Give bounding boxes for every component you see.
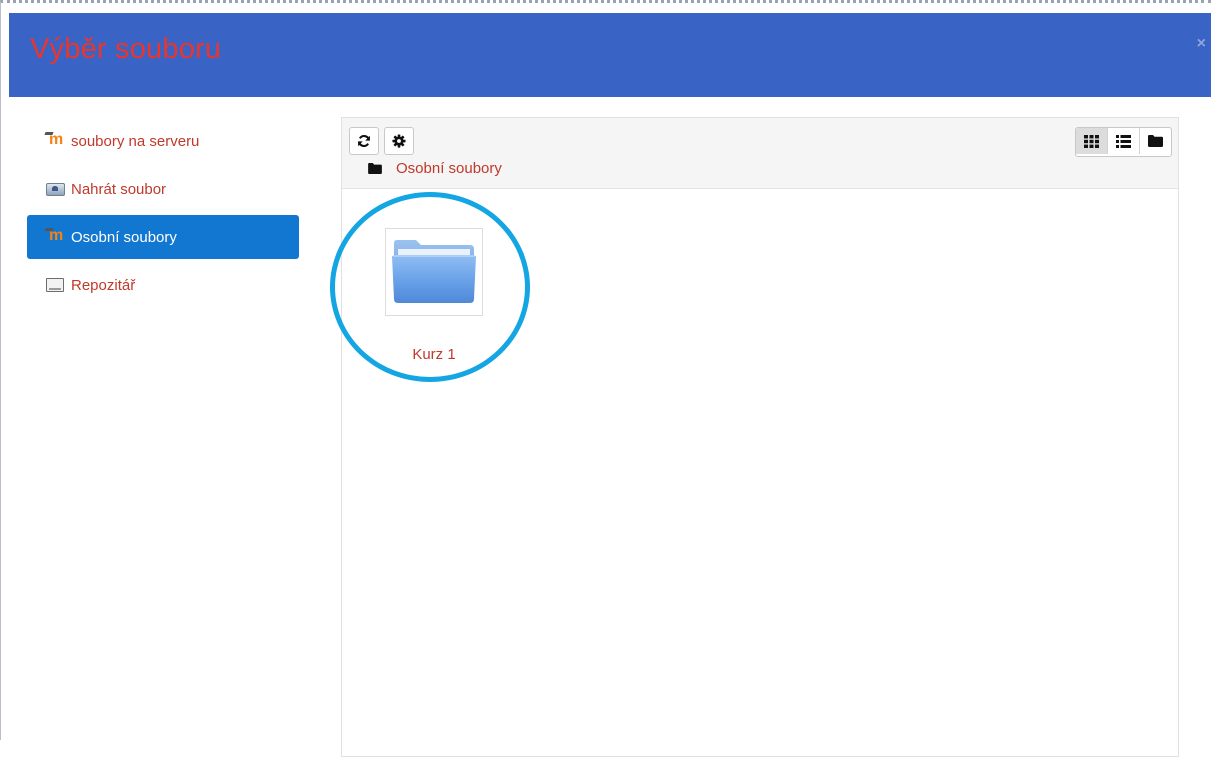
breadcrumb: Osobní soubory: [368, 160, 502, 177]
folder-icon: [368, 163, 382, 174]
sidebar-item-label: soubory na serveru: [71, 132, 200, 150]
file-browser-panel: Osobní soubory Kurz 1: [341, 117, 1179, 757]
settings-button[interactable]: [384, 127, 414, 155]
view-list-button[interactable]: [1108, 128, 1140, 154]
folder-icon: [392, 240, 476, 303]
dialog-title: Výběr souboru: [30, 33, 222, 65]
folder-icon: [1148, 135, 1163, 147]
file-browser-toolbar: Osobní soubory: [342, 118, 1178, 189]
grid-icon: [1084, 134, 1099, 148]
folder-label: Kurz 1: [412, 346, 456, 363]
gear-icon: [392, 134, 406, 148]
repository-sidebar: m soubory na serveru Nahrát soubor m Oso…: [27, 119, 299, 311]
view-tree-button[interactable]: [1140, 128, 1171, 154]
sidebar-item-label: Nahrát soubor: [71, 180, 167, 198]
refresh-button[interactable]: [349, 127, 379, 155]
folder-thumbnail: [385, 228, 483, 316]
moodle-icon: m: [44, 132, 65, 148]
sidebar-item-upload-file[interactable]: Nahrát soubor: [27, 167, 299, 211]
sidebar-item-repository[interactable]: Repozitář: [27, 263, 299, 307]
sidebar-item-private-files[interactable]: m Osobní soubory: [27, 215, 299, 259]
close-icon[interactable]: ×: [1197, 35, 1206, 53]
sidebar-item-server-files[interactable]: m soubory na serveru: [27, 119, 299, 163]
list-icon: [1116, 134, 1131, 148]
file-picker-dialog: Výběr souboru × m soubory na serveru Nah…: [0, 0, 1211, 757]
breadcrumb-item-private-files[interactable]: Osobní soubory: [396, 160, 502, 177]
upload-icon: [45, 182, 65, 196]
repository-icon: [45, 278, 65, 292]
dialog-header: Výběr souboru ×: [9, 13, 1211, 97]
view-icons-button[interactable]: [1076, 128, 1108, 154]
sidebar-item-label: Osobní soubory: [71, 228, 177, 246]
view-mode-switcher: [1075, 127, 1172, 157]
refresh-icon: [358, 134, 370, 148]
sidebar-item-label: Repozitář: [71, 276, 136, 294]
folder-item[interactable]: Kurz 1: [384, 228, 484, 363]
moodle-icon: m: [44, 228, 65, 244]
